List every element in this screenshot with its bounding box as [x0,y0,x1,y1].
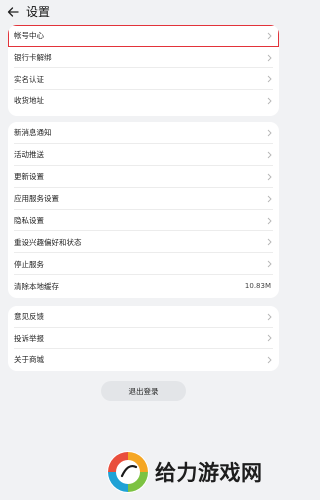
settings-item-label: 银行卡解绑 [14,53,52,63]
settings-item-label: 意见反馈 [14,312,44,322]
watermark: 给力游戏网 [105,448,285,496]
watermark-logo-icon [107,451,149,493]
settings-item-reset-interests[interactable]: 重设兴趣偏好和状态 [8,231,279,254]
arrow-left-icon[interactable] [6,5,20,19]
settings-item-label: 活动推送 [14,150,44,160]
settings-item-label: 清除本地缓存 [14,281,59,291]
settings-item-label: 隐私设置 [14,216,44,225]
settings-item-label: 重设兴趣偏好和状态 [14,237,82,247]
chevron-right-icon [265,151,273,159]
settings-item-complaint-report[interactable]: 投诉举报 [8,328,279,350]
chevron-right-icon [265,334,273,342]
settings-item-stop-service[interactable]: 停止服务 [8,253,279,276]
settings-item-about-mall[interactable]: 关于商城 [8,349,279,371]
chevron-right-icon [265,97,273,105]
settings-item-real-name-auth[interactable]: 实名认证 [8,68,279,91]
settings-item-message-notifications[interactable]: 新消息通知 [8,122,279,144]
account-section: 帐号中心 银行卡解绑 实名认证 收货地址 [8,25,279,116]
settings-item-feedback[interactable]: 意见反馈 [8,306,279,328]
settings-item-label: 收货地址 [14,96,44,106]
settings-item-privacy-settings[interactable]: 隐私设置 [8,210,279,232]
chevron-right-icon [265,356,273,364]
top-bar: 设置 [0,0,287,26]
preferences-section: 新消息通知 活动推送 更新设置 应用服务设置 隐私设置 重设兴趣偏好和状态 停止… [8,122,279,298]
settings-item-clear-cache[interactable]: 清除本地缓存 10.83M [8,275,279,297]
chevron-right-icon [265,129,273,137]
settings-item-shipping-address[interactable]: 收货地址 [8,90,279,112]
chevron-right-icon [265,54,273,62]
settings-item-bank-card-unbind[interactable]: 银行卡解绑 [8,47,279,69]
chevron-right-icon [265,173,273,181]
settings-item-label: 更新设置 [14,172,44,182]
chevron-right-icon [265,32,273,40]
settings-item-label: 帐号中心 [14,31,44,41]
settings-item-activity-push[interactable]: 活动推送 [8,144,279,166]
settings-item-label: 投诉举报 [14,333,44,343]
settings-item-label: 实名认证 [14,74,44,84]
settings-item-account-center[interactable]: 帐号中心 [8,25,279,47]
watermark-text: 给力游戏网 [155,461,263,485]
chevron-right-icon [265,217,273,225]
settings-item-app-service-settings[interactable]: 应用服务设置 [8,188,279,210]
chevron-right-icon [265,313,273,321]
cache-size-value: 10.83M [244,282,271,291]
settings-item-label: 新消息通知 [14,128,52,138]
page-title: 设置 [26,5,51,19]
chevron-right-icon [265,238,273,246]
settings-item-label: 停止服务 [14,259,44,269]
chevron-right-icon [265,75,273,83]
settings-item-label: 关于商城 [14,355,44,365]
chevron-right-icon [265,195,273,203]
settings-item-update-settings[interactable]: 更新设置 [8,166,279,188]
chevron-right-icon [265,260,273,268]
about-section: 意见反馈 投诉举报 关于商城 [8,306,279,371]
settings-item-label: 应用服务设置 [14,194,59,204]
logout-button[interactable]: 退出登录 [101,381,186,401]
